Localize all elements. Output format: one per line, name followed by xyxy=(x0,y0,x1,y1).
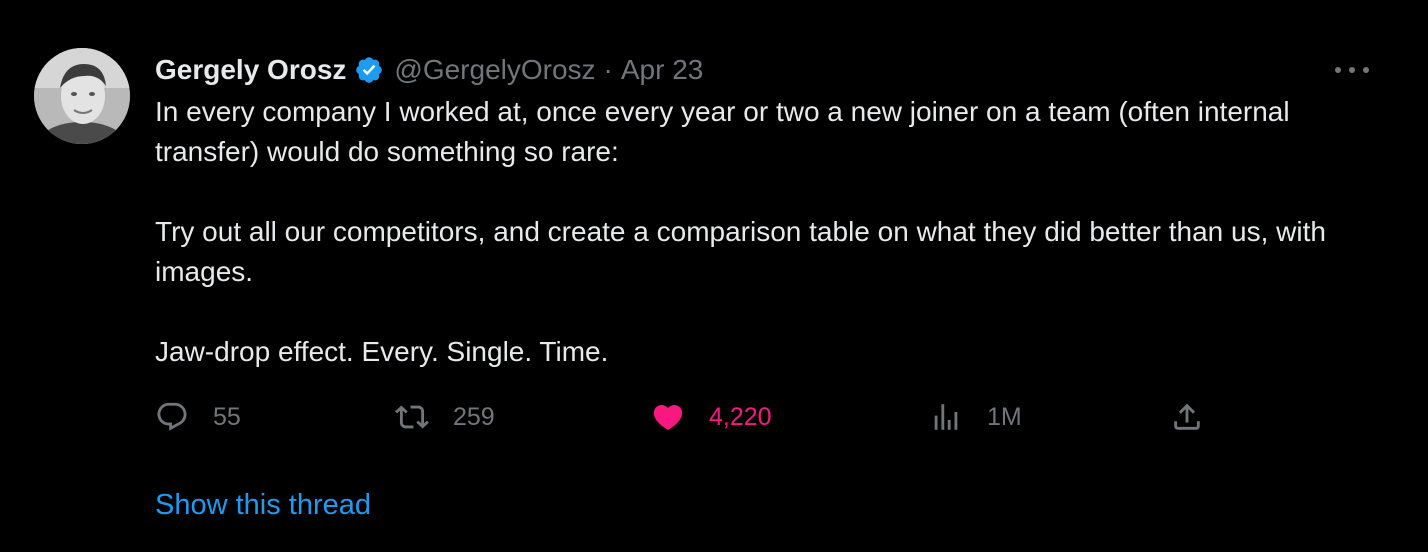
more-dot xyxy=(1363,67,1369,73)
tweet: Gergely Orosz @GergelyOrosz · Apr 23 In … xyxy=(0,0,1428,552)
reply-count: 55 xyxy=(213,402,241,431)
retweet-count: 259 xyxy=(453,402,495,431)
avatar[interactable] xyxy=(34,48,130,144)
views-button[interactable]: 1M xyxy=(929,396,1022,438)
retweet-icon xyxy=(395,400,429,434)
views-count: 1M xyxy=(987,402,1022,431)
tweet-text: In every company I worked at, once every… xyxy=(155,92,1355,372)
like-count: 4,220 xyxy=(709,402,772,431)
reply-button[interactable]: 55 xyxy=(155,396,241,438)
author-handle[interactable]: @GergelyOrosz xyxy=(394,54,595,86)
tweet-paragraph: Jaw-drop effect. Every. Single. Time. xyxy=(155,336,609,367)
more-dot xyxy=(1349,67,1355,73)
more-horizontal-icon[interactable] xyxy=(1335,58,1369,82)
avatar-image xyxy=(34,48,130,144)
header-separator: · xyxy=(603,54,613,85)
retweet-button[interactable]: 259 xyxy=(395,396,495,438)
share-button[interactable] xyxy=(1170,396,1204,438)
tweet-paragraph: In every company I worked at, once every… xyxy=(155,96,1290,167)
author-display-name[interactable]: Gergely Orosz xyxy=(155,54,346,86)
tweet-date[interactable]: Apr 23 xyxy=(621,54,704,86)
tweet-paragraph: Try out all our competitors, and create … xyxy=(155,216,1326,287)
share-upload-icon xyxy=(1170,400,1204,434)
tweet-actions: 55 259 4,220 1M xyxy=(155,396,1255,438)
bar-chart-icon xyxy=(929,400,963,434)
tweet-header: Gergely Orosz @GergelyOrosz · Apr 23 xyxy=(155,52,703,88)
more-dot xyxy=(1335,67,1341,73)
show-thread-link[interactable]: Show this thread xyxy=(155,489,371,522)
verified-badge-icon xyxy=(354,55,384,85)
heart-icon xyxy=(651,400,685,434)
like-button[interactable]: 4,220 xyxy=(651,396,772,438)
speech-bubble-icon xyxy=(155,400,189,434)
